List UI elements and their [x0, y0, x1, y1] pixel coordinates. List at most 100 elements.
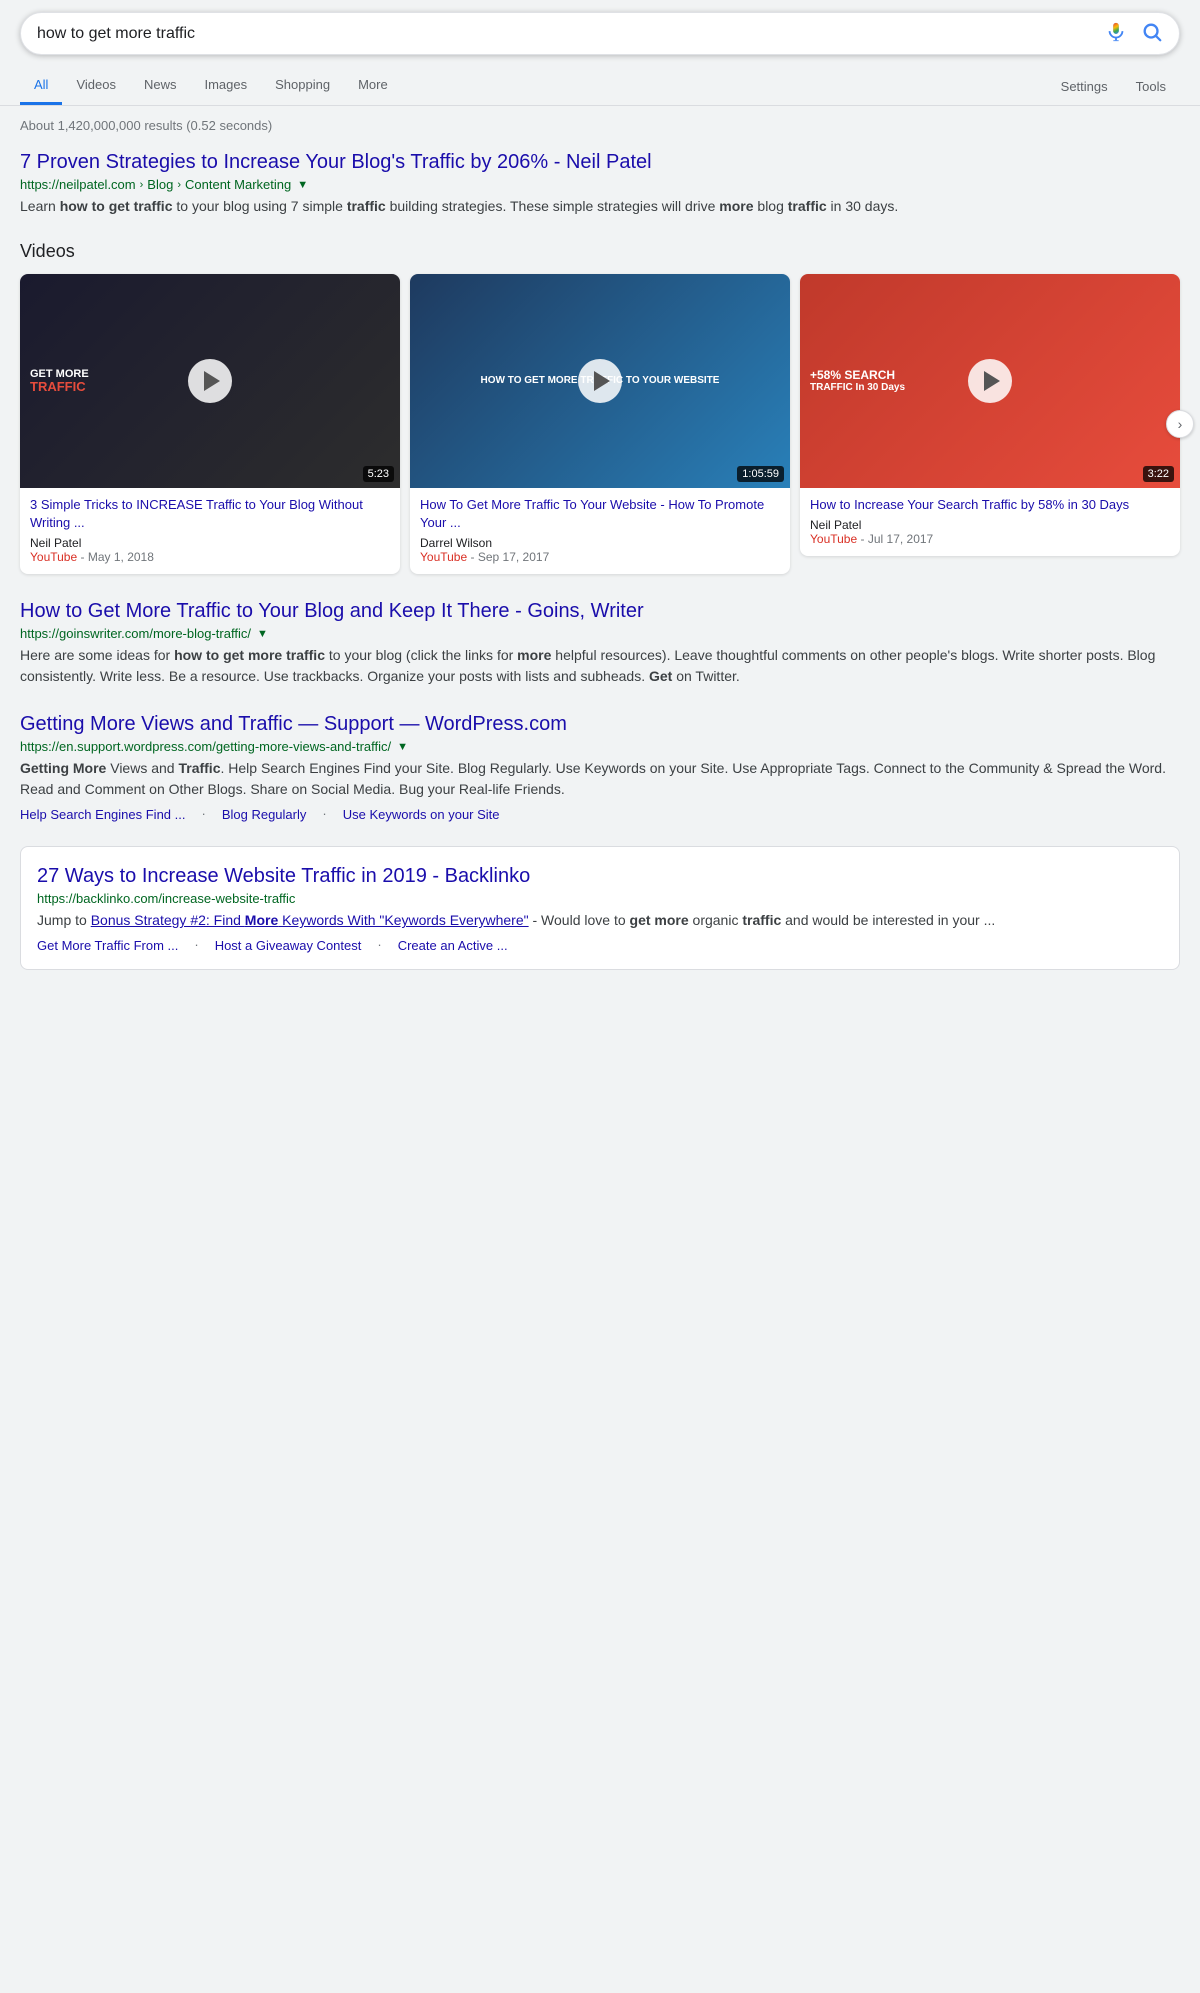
sitelink-4-3: Create an Active ...	[398, 937, 508, 953]
sitelinks-3: Help Search Engines Find ... · Blog Regu…	[20, 806, 1180, 822]
organic-result-4: 27 Ways to Increase Website Traffic in 2…	[20, 846, 1180, 970]
video-info-3: How to Increase Your Search Traffic by 5…	[800, 488, 1180, 556]
result-link-1[interactable]: 7 Proven Strategies to Increase Your Blo…	[20, 149, 1180, 175]
result-snippet-3: Getting More Views and Traffic. Help Sea…	[20, 758, 1180, 800]
sitelink-4-2: Host a Giveaway Contest	[215, 937, 362, 953]
video-title-1: 3 Simple Tricks to INCREASE Traffic to Y…	[30, 496, 390, 532]
search-input[interactable]	[37, 25, 1105, 43]
video-date-sep-2: -	[471, 550, 478, 564]
result-domain-3: https://en.support.wordpress.com/getting…	[20, 739, 391, 754]
video-author-3: Neil Patel	[810, 518, 861, 532]
search-bar-row	[20, 12, 1180, 55]
dropdown-arrow-3[interactable]: ▼	[397, 741, 408, 753]
tab-more[interactable]: More	[344, 67, 402, 105]
result-snippet-2: Here are some ideas for how to get more …	[20, 645, 1180, 687]
play-button-2[interactable]	[578, 359, 622, 403]
sitelink-sep-3-1: ·	[201, 806, 205, 822]
video-date-1: May 1, 2018	[88, 550, 154, 564]
tab-settings[interactable]: Settings	[1047, 69, 1122, 104]
search-box	[20, 12, 1180, 55]
video-date-2: Sep 17, 2017	[478, 550, 549, 564]
sitelink-sep-4-1: ·	[194, 937, 198, 953]
sitelink-3-1: Help Search Engines Find ...	[20, 806, 185, 822]
search-button-icon[interactable]	[1141, 21, 1163, 46]
video-source-2: YouTube	[420, 550, 467, 564]
organic-result-2: How to Get More Traffic to Your Blog and…	[20, 598, 1180, 687]
thumb-text-search-traffic: TRAFFIC In 30 Days	[810, 382, 905, 393]
videos-row: GET MORE TRAFFIC 5:23 3 Simple Tricks to…	[20, 274, 1180, 574]
result-url-1: https://neilpatel.com › Blog › Content M…	[20, 177, 1180, 192]
result-breadcrumb-2: Content Marketing	[185, 177, 291, 192]
tab-shopping[interactable]: Shopping	[261, 67, 344, 105]
sitelink-4-1: Get More Traffic From ...	[37, 937, 178, 953]
tab-images[interactable]: Images	[190, 67, 261, 105]
result-link-3[interactable]: Getting More Views and Traffic — Support…	[20, 711, 1180, 737]
thumb-text-get-more: GET MORE	[30, 368, 89, 380]
result-domain-2: https://goinswriter.com/more-blog-traffi…	[20, 626, 251, 641]
video-thumb-3[interactable]: +58% SEARCH TRAFFIC In 30 Days 3:22	[800, 274, 1180, 488]
result-url-3: https://en.support.wordpress.com/getting…	[20, 739, 1180, 754]
result-url-2: https://goinswriter.com/more-blog-traffi…	[20, 626, 1180, 641]
sitelink-link-3-3[interactable]: Use Keywords on your Site	[343, 807, 500, 822]
video-author-1: Neil Patel	[30, 536, 81, 550]
result-link-2[interactable]: How to Get More Traffic to Your Blog and…	[20, 598, 1180, 624]
video-card-1: GET MORE TRAFFIC 5:23 3 Simple Tricks to…	[20, 274, 400, 574]
tab-tools[interactable]: Tools	[1122, 69, 1180, 104]
sitelink-3-3: Use Keywords on your Site	[343, 806, 500, 822]
tab-all[interactable]: All	[20, 67, 62, 105]
video-thumb-1[interactable]: GET MORE TRAFFIC 5:23	[20, 274, 400, 488]
video-link-1[interactable]: 3 Simple Tricks to INCREASE Traffic to Y…	[30, 496, 390, 532]
sitelink-link-4-3[interactable]: Create an Active ...	[398, 938, 508, 953]
video-duration-2: 1:05:59	[737, 466, 784, 482]
video-date-sep-3: -	[861, 532, 868, 546]
video-thumb-2[interactable]: HOW TO GET MORE TRAFFIC TO YOUR WEBSITE …	[410, 274, 790, 488]
result-snippet-1: Learn how to get traffic to your blog us…	[20, 196, 1180, 217]
video-duration-1: 5:23	[363, 466, 394, 482]
snippet-link-4[interactable]: Bonus Strategy #2: Find More Keywords Wi…	[91, 912, 529, 928]
carousel-next-arrow[interactable]: ›	[1166, 410, 1194, 438]
video-meta-1: Neil Patel YouTube - May 1, 2018	[30, 536, 390, 564]
video-title-2: How To Get More Traffic To Your Website …	[420, 496, 780, 532]
breadcrumb-arrow-1: ›	[140, 179, 144, 191]
videos-section-title: Videos	[20, 241, 1180, 262]
result-snippet-4: Jump to Bonus Strategy #2: Find More Key…	[37, 910, 1163, 931]
sitelink-link-3-1[interactable]: Help Search Engines Find ...	[20, 807, 185, 822]
tab-news[interactable]: News	[130, 67, 191, 105]
sitelink-3-2: Blog Regularly	[222, 806, 307, 822]
mic-icon[interactable]	[1105, 21, 1127, 46]
video-date-3: Jul 17, 2017	[868, 532, 933, 546]
thumb-text-traffic: TRAFFIC	[30, 380, 86, 394]
results-count: About 1,420,000,000 results (0.52 second…	[20, 118, 1180, 133]
sitelink-link-4-1[interactable]: Get More Traffic From ...	[37, 938, 178, 953]
video-info-2: How To Get More Traffic To Your Website …	[410, 488, 790, 574]
video-date-sep-1: -	[81, 550, 88, 564]
play-button-3[interactable]	[968, 359, 1012, 403]
result-url-4: https://backlinko.com/increase-website-t…	[37, 891, 1163, 906]
video-source-3: YouTube	[810, 532, 857, 546]
result-title-2: How to Get More Traffic to Your Blog and…	[20, 598, 1180, 624]
sitelinks-4: Get More Traffic From ... · Host a Givea…	[37, 937, 1163, 953]
sitelink-link-3-2[interactable]: Blog Regularly	[222, 807, 307, 822]
video-link-3[interactable]: How to Increase Your Search Traffic by 5…	[810, 496, 1170, 514]
video-duration-3: 3:22	[1143, 466, 1174, 482]
result-link-4[interactable]: 27 Ways to Increase Website Traffic in 2…	[37, 863, 1163, 889]
video-info-1: 3 Simple Tricks to INCREASE Traffic to Y…	[20, 488, 400, 574]
search-icons	[1105, 21, 1163, 46]
video-card-3: +58% SEARCH TRAFFIC In 30 Days 3:22 How …	[800, 274, 1180, 556]
play-button-1[interactable]	[188, 359, 232, 403]
video-meta-2: Darrel Wilson YouTube - Sep 17, 2017	[420, 536, 780, 564]
dropdown-arrow-2[interactable]: ▼	[257, 628, 268, 640]
video-link-2[interactable]: How To Get More Traffic To Your Website …	[420, 496, 780, 532]
result-title-1: 7 Proven Strategies to Increase Your Blo…	[20, 149, 1180, 175]
dropdown-arrow-1[interactable]: ▼	[297, 179, 308, 191]
video-card-2: HOW TO GET MORE TRAFFIC TO YOUR WEBSITE …	[410, 274, 790, 574]
video-title-3: How to Increase Your Search Traffic by 5…	[810, 496, 1170, 514]
sitelink-link-4-2[interactable]: Host a Giveaway Contest	[215, 938, 362, 953]
organic-result-3: Getting More Views and Traffic — Support…	[20, 711, 1180, 822]
search-header	[0, 0, 1200, 55]
video-thumb-bg-3: +58% SEARCH TRAFFIC In 30 Days	[800, 274, 1180, 488]
tab-videos[interactable]: Videos	[62, 67, 130, 105]
result-breadcrumb-1: Blog	[147, 177, 173, 192]
tabs-row: All Videos News Images Shopping More Set…	[0, 67, 1200, 106]
result-domain-1: https://neilpatel.com	[20, 177, 136, 192]
